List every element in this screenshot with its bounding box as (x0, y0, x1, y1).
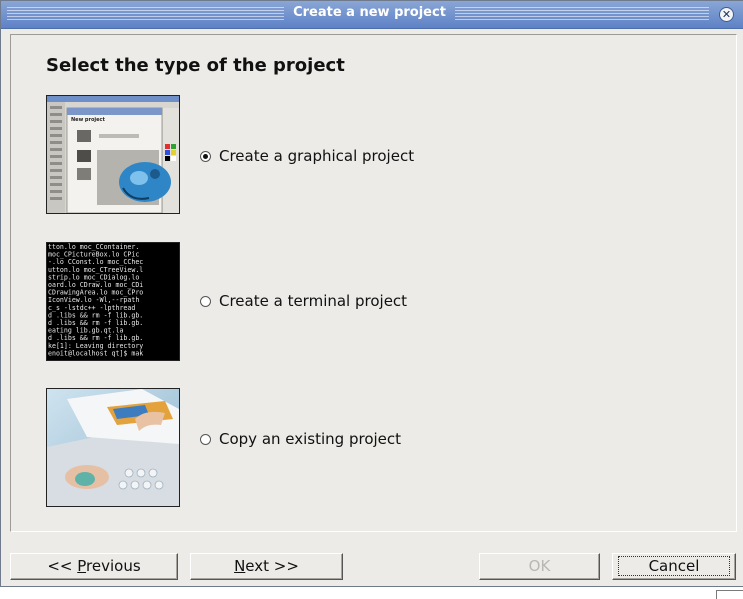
close-icon[interactable]: ✕ (719, 7, 734, 22)
graphical-project-thumbnail: New project (46, 95, 180, 214)
terminal-line: enoit@localhost qt]$ mak (48, 349, 143, 357)
title-bar[interactable]: Create a new project ✕ (1, 1, 743, 29)
page-heading: Select the type of the project (46, 55, 345, 76)
previous-button[interactable]: << Previous (10, 553, 178, 580)
option-graphical-label: Create a graphical project (219, 147, 415, 165)
window-corner (716, 590, 743, 599)
radio-copy[interactable] (200, 433, 211, 445)
title-bar-grip-left (7, 7, 284, 21)
option-terminal-label: Create a terminal project (219, 292, 408, 310)
option-graphical-project[interactable]: Create a graphical project (200, 147, 414, 165)
next-mnemonic: N (234, 557, 246, 575)
radio-terminal[interactable] (200, 295, 211, 307)
title-bar-grip-right (455, 7, 709, 21)
window-title: Create a new project (293, 5, 446, 20)
previous-label-pre: << (47, 557, 78, 575)
copy-project-thumbnail (46, 388, 180, 507)
radio-graphical[interactable] (200, 150, 211, 162)
cancel-button[interactable]: Cancel (612, 553, 736, 580)
preview-caption: New project (71, 117, 105, 123)
ok-label: OK (528, 557, 551, 575)
option-terminal-project[interactable]: Create a terminal project (200, 292, 407, 310)
previous-mnemonic: P (77, 557, 87, 575)
next-button[interactable]: Next >> (190, 553, 343, 580)
ok-button[interactable]: OK (479, 553, 600, 580)
next-label-post: ext >> (245, 557, 299, 575)
option-copy-label: Copy an existing project (219, 430, 402, 448)
new-project-dialog: Create a new project ✕ Select the type o… (0, 0, 743, 587)
option-copy-project[interactable]: Copy an existing project (200, 430, 401, 448)
cancel-label: Cancel (617, 556, 731, 576)
terminal-project-thumbnail: tton.lo moc_CContainer. moc_CPictureBox.… (46, 242, 180, 361)
previous-label-post: revious (86, 557, 141, 575)
